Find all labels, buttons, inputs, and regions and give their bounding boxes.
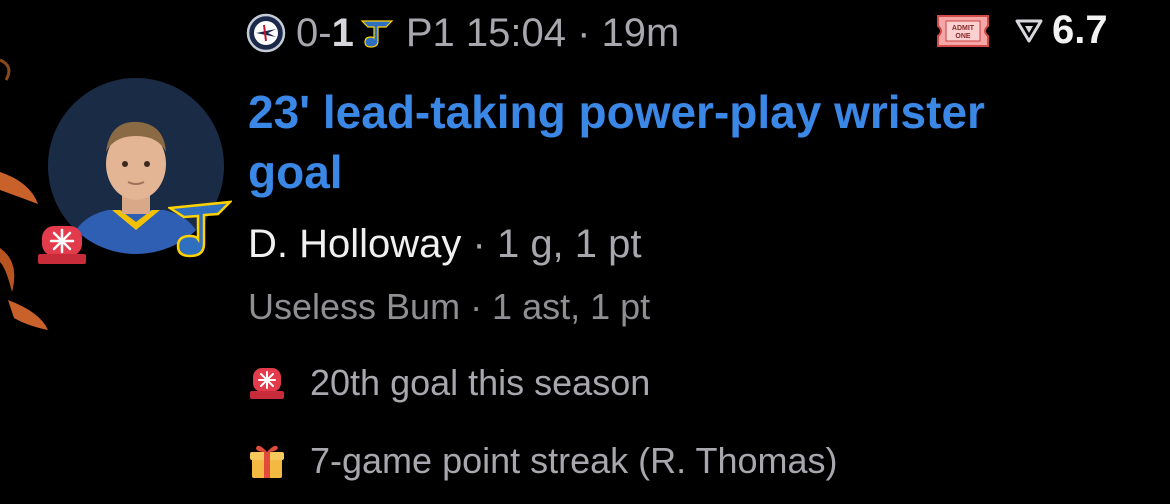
assist-line: Useless Bum · 1 ast, 1 pt [248, 286, 651, 327]
siren-icon [38, 226, 86, 264]
gift-icon [250, 445, 284, 478]
jets-logo-icon [246, 13, 286, 53]
note-text: 7-game point streak (R. Thomas) [310, 440, 838, 481]
period-time: P1 15:04 · 19m [405, 10, 680, 55]
ticket-icon[interactable]: ADMIT ONE [934, 12, 992, 50]
score: 0-1 [296, 10, 354, 55]
siren-icon [250, 368, 284, 399]
blues-logo-icon [360, 20, 394, 48]
svg-text:ONE: ONE [955, 33, 971, 40]
game-status-bar: 0-1 P1 15:04 · 19m [246, 8, 679, 58]
player-name[interactable]: D. Holloway [248, 222, 461, 266]
svg-text:ADMIT: ADMIT [952, 25, 975, 32]
note-text: 20th goal this season [310, 362, 651, 403]
filter-icon [1015, 19, 1043, 43]
odds-value: 6.7 [1052, 8, 1108, 52]
player-line: D. Holloway · 1 g, 1 pt [248, 222, 642, 267]
note-point-streak: 7-game point streak (R. Thomas) [248, 440, 838, 482]
team-logo-icon [168, 200, 232, 258]
note-season-goals: 20th goal this season [248, 362, 650, 404]
event-title[interactable]: 23' lead-taking power-play wrister goal [248, 82, 1028, 202]
player-stats: · 1 g, 1 pt [461, 222, 642, 266]
